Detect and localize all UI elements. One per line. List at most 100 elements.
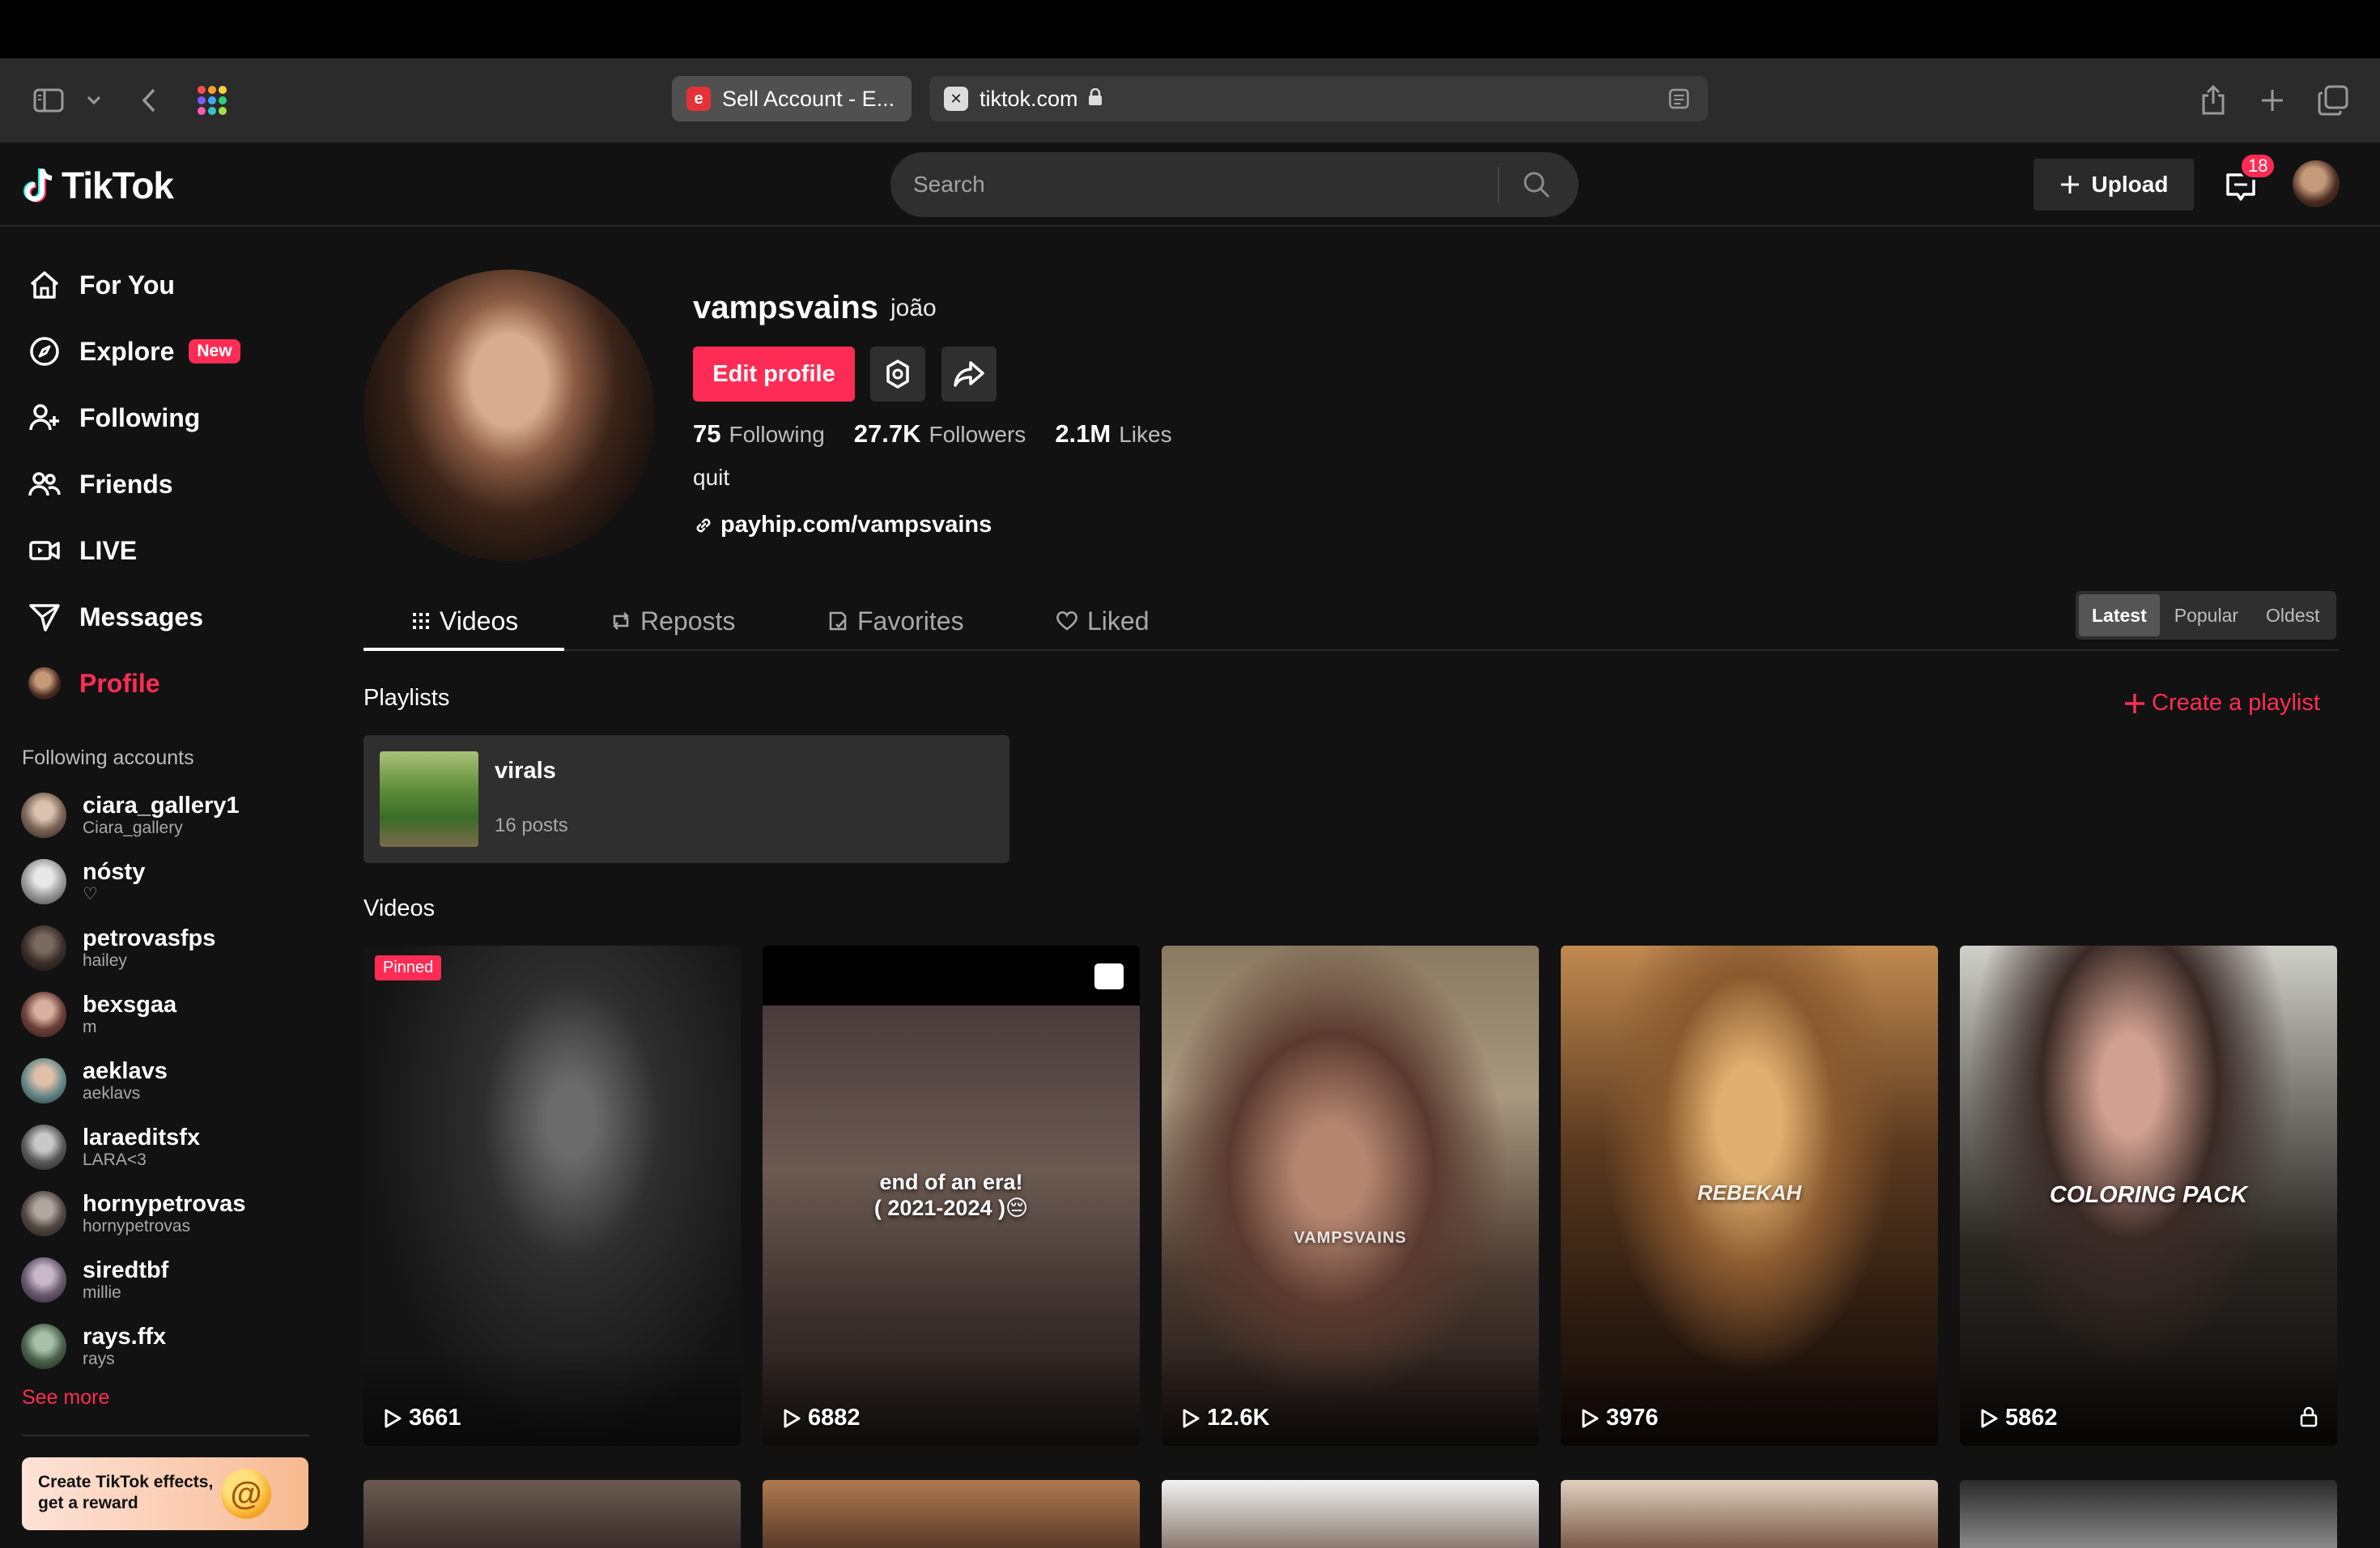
nav-label: Profile — [79, 668, 160, 698]
video-card[interactable]: REBEKAH 3976 — [1561, 946, 1938, 1446]
sort-latest[interactable]: Latest — [2079, 594, 2160, 636]
effects-banner-text: Create TikTok effects, get a reward — [38, 1473, 214, 1512]
profile-link[interactable]: payhip.com/vampsvains — [693, 512, 992, 538]
account-item[interactable]: siredtbf millie — [21, 1252, 168, 1308]
user-plus-icon — [28, 401, 62, 435]
effects-banner[interactable]: Create TikTok effects, get a reward @ — [22, 1457, 308, 1530]
nav-explore[interactable]: Explore New — [28, 327, 240, 376]
avatar — [21, 1125, 66, 1170]
video-card[interactable]: COLORING PACK 5862 — [1960, 946, 2337, 1446]
followers-count: 27.7K — [853, 419, 921, 448]
new-tab-icon[interactable] — [2259, 58, 2286, 142]
play-icon — [1582, 1409, 1599, 1427]
nav-label: Following — [79, 402, 201, 432]
sidebar-toggle-icon[interactable] — [31, 58, 66, 142]
account-nickname: Ciara_gallery — [83, 819, 183, 837]
logo-text: TikTok — [62, 164, 174, 206]
search-button[interactable] — [1499, 152, 1574, 217]
playlist-card[interactable]: virals 16 posts — [363, 735, 1009, 863]
video-card[interactable] — [1561, 1480, 1938, 1548]
video-shade — [363, 1349, 741, 1446]
view-count: 6882 — [782, 1405, 861, 1431]
share-profile-button[interactable] — [941, 347, 997, 402]
nav-for-you[interactable]: For You — [28, 261, 175, 309]
share-icon[interactable] — [2199, 58, 2228, 142]
account-item[interactable]: ciara_gallery1 Ciara_gallery — [21, 787, 239, 844]
browser-tab-tiktok[interactable]: ✕ tiktok.com — [929, 76, 1708, 121]
avatar — [21, 793, 66, 838]
account-name: aeklavs — [83, 1058, 168, 1084]
account-name: ciara_gallery1 — [83, 793, 240, 819]
tab-favorites[interactable]: Favorites — [827, 591, 964, 651]
profile-username: vampsvains — [693, 290, 879, 325]
profile-avatar[interactable] — [363, 270, 655, 561]
friends-icon — [28, 467, 62, 501]
video-card[interactable] — [763, 1480, 1140, 1548]
left-sidebar: For You Explore New Following Friends LI… — [0, 228, 324, 1548]
account-item[interactable]: hornypetrovas hornypetrovas — [21, 1185, 245, 1242]
plus-icon — [2060, 176, 2079, 194]
create-playlist-button[interactable]: Create a playlist — [2123, 690, 2320, 717]
nav-following[interactable]: Following — [28, 393, 200, 442]
app-grid-icon[interactable] — [196, 58, 228, 142]
likes-label: Likes — [1119, 422, 1172, 447]
account-nickname: LARA<3 — [83, 1150, 147, 1169]
likes-stat: 2.1M Likes — [1055, 419, 1171, 449]
tab-reposts[interactable]: Reposts — [610, 591, 735, 651]
avatar — [21, 1257, 66, 1303]
photo-mode-icon — [1094, 963, 1124, 989]
account-item[interactable]: nósty ♡ — [21, 853, 145, 910]
active-tab-underline — [363, 648, 564, 651]
tiktok-logo[interactable]: TikTok — [21, 164, 174, 207]
search-input[interactable] — [890, 172, 1498, 198]
sort-oldest[interactable]: Oldest — [2253, 594, 2332, 636]
video-overlay-text: REBEKAH — [1697, 1180, 1802, 1205]
see-more-link[interactable]: See more — [22, 1386, 109, 1410]
chevron-down-icon[interactable] — [84, 58, 104, 142]
account-item[interactable]: laraeditsfx LARA<3 — [21, 1119, 200, 1176]
header-avatar[interactable] — [2293, 160, 2340, 207]
followers-stat[interactable]: 27.7K Followers — [854, 419, 1026, 449]
edit-profile-button[interactable]: Edit profile — [693, 347, 855, 402]
nav-messages[interactable]: Messages — [28, 593, 203, 641]
compass-icon — [28, 334, 62, 368]
video-card[interactable]: VAMPSVAINS 12.6K — [1162, 946, 1539, 1446]
tab-favicon-icon: ✕ — [944, 87, 968, 111]
account-item[interactable]: rays.ffx rays — [21, 1318, 166, 1375]
upload-button[interactable]: Upload — [2034, 159, 2194, 211]
nav-profile[interactable]: Profile — [28, 659, 160, 708]
account-item[interactable]: bexsgaa m — [21, 986, 176, 1043]
nav-label: Friends — [79, 469, 173, 499]
avatar — [21, 859, 66, 904]
tab-liked[interactable]: Liked — [1055, 591, 1150, 651]
tab-overview-icon[interactable] — [2317, 58, 2349, 142]
account-nickname: aeklavs — [83, 1084, 141, 1103]
back-arrow-icon[interactable] — [136, 58, 162, 142]
account-nickname: millie — [83, 1283, 121, 1302]
playlist-name: virals — [495, 758, 556, 784]
video-card[interactable] — [363, 1480, 741, 1548]
video-card[interactable]: end of an era! ( 2021-2024 )😔 6882 — [763, 946, 1140, 1446]
live-icon — [28, 534, 62, 568]
video-card[interactable] — [1162, 1480, 1539, 1548]
sort-popular[interactable]: Popular — [2161, 594, 2251, 636]
account-nickname: hailey — [83, 951, 127, 970]
coin-icon: @ — [221, 1469, 271, 1519]
account-item[interactable]: petrovasfps hailey — [21, 920, 215, 976]
following-count: 75 — [693, 419, 721, 448]
video-card[interactable] — [1960, 1480, 2337, 1548]
reader-icon[interactable] — [1668, 87, 1690, 116]
settings-button[interactable] — [870, 347, 925, 402]
following-accounts-title: Following accounts — [22, 746, 194, 769]
following-stat[interactable]: 75 Following — [693, 419, 825, 449]
nav-friends[interactable]: Friends — [28, 460, 173, 508]
nav-live[interactable]: LIVE — [28, 526, 137, 575]
account-item[interactable]: aeklavs aeklavs — [21, 1053, 168, 1109]
video-card[interactable]: Pinned 3661 — [363, 946, 741, 1446]
view-count-value: 3976 — [1606, 1405, 1659, 1431]
browser-tab-sell-account[interactable]: e Sell Account - E... — [672, 76, 912, 121]
nav-label: Messages — [79, 602, 203, 632]
likes-count: 2.1M — [1055, 419, 1111, 448]
tab-videos[interactable]: Videos — [410, 591, 518, 651]
play-icon — [784, 1409, 801, 1427]
